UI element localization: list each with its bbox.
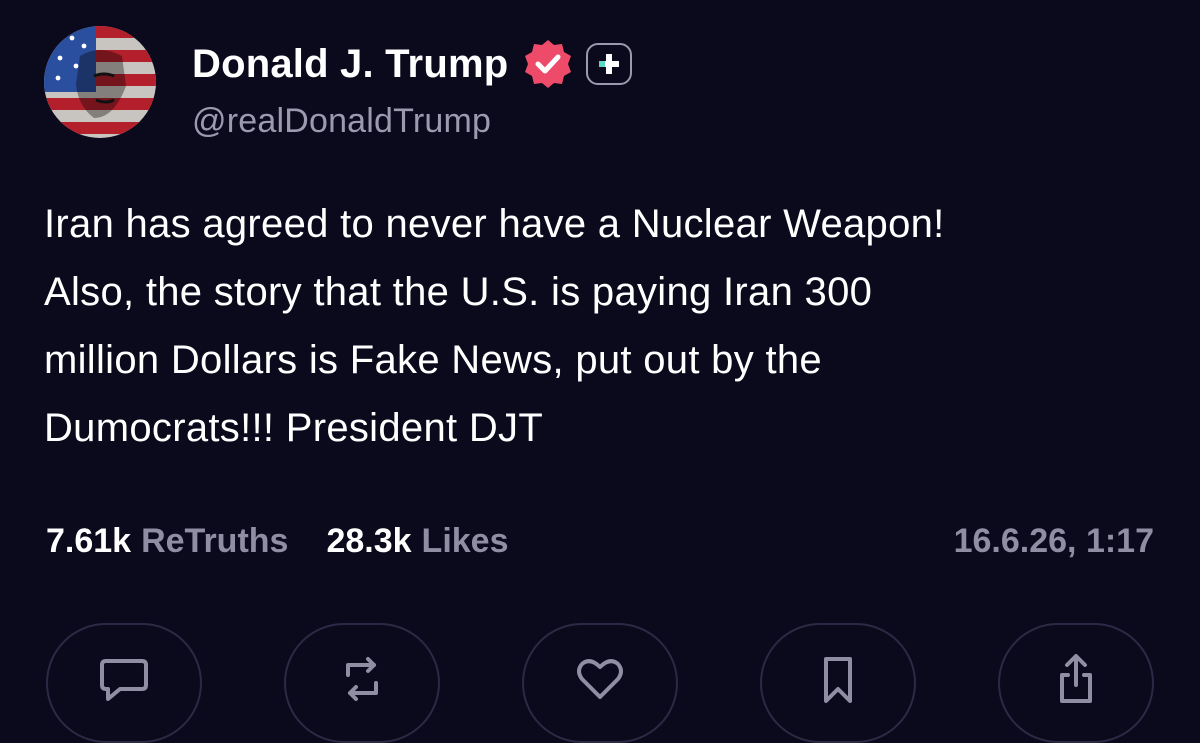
plus-badge-icon[interactable] bbox=[586, 43, 633, 85]
share-button[interactable] bbox=[998, 623, 1154, 743]
likes-stat[interactable]: 28.3k Likes bbox=[326, 522, 508, 561]
post-timestamp: 16.6.26, 1:17 bbox=[953, 522, 1154, 560]
retruths-label: ReTruths bbox=[141, 522, 289, 560]
like-icon bbox=[572, 651, 628, 712]
reply-icon bbox=[96, 651, 152, 712]
avatar-image bbox=[44, 26, 156, 138]
post-stats: 7.61k ReTruths 28.3k Likes bbox=[46, 522, 547, 561]
share-icon bbox=[1048, 651, 1104, 712]
retruth-icon bbox=[334, 651, 390, 712]
likes-count: 28.3k bbox=[326, 522, 412, 560]
post-header: Donald J. Trump @realDonaldTrump bbox=[44, 26, 633, 141]
author-handle[interactable]: @realDonaldTrump bbox=[192, 102, 632, 141]
verified-check-icon bbox=[522, 38, 574, 90]
display-name[interactable]: Donald J. Trump bbox=[192, 42, 508, 87]
bookmark-button[interactable] bbox=[760, 623, 916, 743]
retruths-stat[interactable]: 7.61k ReTruths bbox=[46, 522, 288, 561]
name-row: Donald J. Trump bbox=[192, 36, 633, 92]
retruth-button[interactable] bbox=[284, 623, 440, 743]
bookmark-icon bbox=[810, 651, 866, 712]
retruths-count: 7.61k bbox=[46, 522, 132, 560]
reply-button[interactable] bbox=[46, 623, 202, 743]
likes-label: Likes bbox=[421, 522, 509, 560]
avatar[interactable] bbox=[44, 26, 156, 138]
post-text: Iran has agreed to never have a Nuclear … bbox=[44, 202, 945, 450]
author-info: Donald J. Trump @realDonaldTrump bbox=[192, 36, 633, 141]
like-button[interactable] bbox=[522, 623, 678, 743]
